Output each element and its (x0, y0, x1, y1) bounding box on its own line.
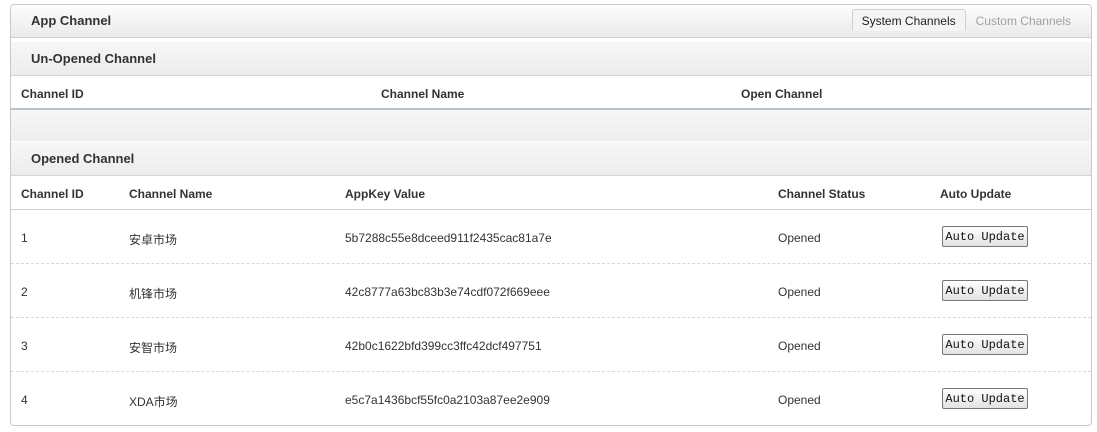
channel-id: 2 (21, 285, 28, 299)
channel-tabs: System Channels Custom Channels (851, 9, 1081, 31)
channel-name: 机锋市场 (129, 287, 178, 301)
panel-header: App Channel System Channels Custom Chann… (11, 5, 1091, 38)
opened-section-header: Opened Channel (11, 142, 1091, 176)
table-row: 3 安智市场 42b0c1622bfd399cc3ffc42dcf497751 … (11, 318, 1091, 372)
table-row: 1 安卓市场 5b7288c55e8dceed911f2435cac81a7e … (11, 210, 1091, 264)
unopened-table-header: Channel ID Channel Name Open Channel (11, 76, 1091, 110)
channel-status: Opened (778, 231, 821, 245)
channel-status: Opened (778, 393, 821, 407)
col-appkey-value: AppKey Value (345, 187, 426, 201)
appkey-value: 42c8777a63bc83b3e74cdf072f669eee (345, 285, 550, 299)
tab-system-channels[interactable]: System Channels (851, 9, 966, 31)
col-channel-id: Channel ID (21, 187, 84, 201)
unopened-section-title: Un-Opened Channel (31, 51, 156, 66)
auto-update-button[interactable]: Auto Update (942, 226, 1028, 247)
table-row: 2 机锋市场 42c8777a63bc83b3e74cdf072f669eee … (11, 264, 1091, 318)
channel-name: XDA市场 (129, 395, 178, 409)
app-channel-panel: App Channel System Channels Custom Chann… (10, 4, 1092, 426)
opened-table-header: Channel ID Channel Name AppKey Value Cha… (11, 176, 1091, 210)
appkey-value: 5b7288c55e8dceed911f2435cac81a7e (345, 231, 552, 245)
col-channel-status: Channel Status (778, 187, 866, 201)
channel-name: 安卓市场 (129, 233, 178, 247)
channel-name: 安智市场 (129, 341, 178, 355)
appkey-value: 42b0c1622bfd399cc3ffc42dcf497751 (345, 339, 542, 353)
col-channel-id: Channel ID (21, 87, 84, 101)
channel-id: 3 (21, 339, 28, 353)
channel-status: Opened (778, 339, 821, 353)
col-channel-name: Channel Name (129, 187, 213, 201)
auto-update-button[interactable]: Auto Update (942, 388, 1028, 409)
table-row: 4 XDA市场 e5c7a1436bcf55fc0a2103a87ee2e909… (11, 372, 1091, 425)
unopened-section-header: Un-Opened Channel (11, 42, 1091, 76)
channel-id: 4 (21, 393, 28, 407)
opened-section-title: Opened Channel (31, 151, 135, 166)
col-auto-update: Auto Update (940, 187, 1012, 201)
auto-update-button[interactable]: Auto Update (942, 334, 1028, 355)
channel-status: Opened (778, 285, 821, 299)
panel-title: App Channel (31, 13, 112, 28)
unopened-empty-body (11, 110, 1091, 141)
appkey-value: e5c7a1436bcf55fc0a2103a87ee2e909 (345, 393, 550, 407)
col-open-channel: Open Channel (741, 87, 823, 101)
channel-id: 1 (21, 231, 28, 245)
col-channel-name: Channel Name (381, 87, 465, 101)
auto-update-button[interactable]: Auto Update (942, 280, 1028, 301)
tab-custom-channels[interactable]: Custom Channels (966, 9, 1081, 31)
